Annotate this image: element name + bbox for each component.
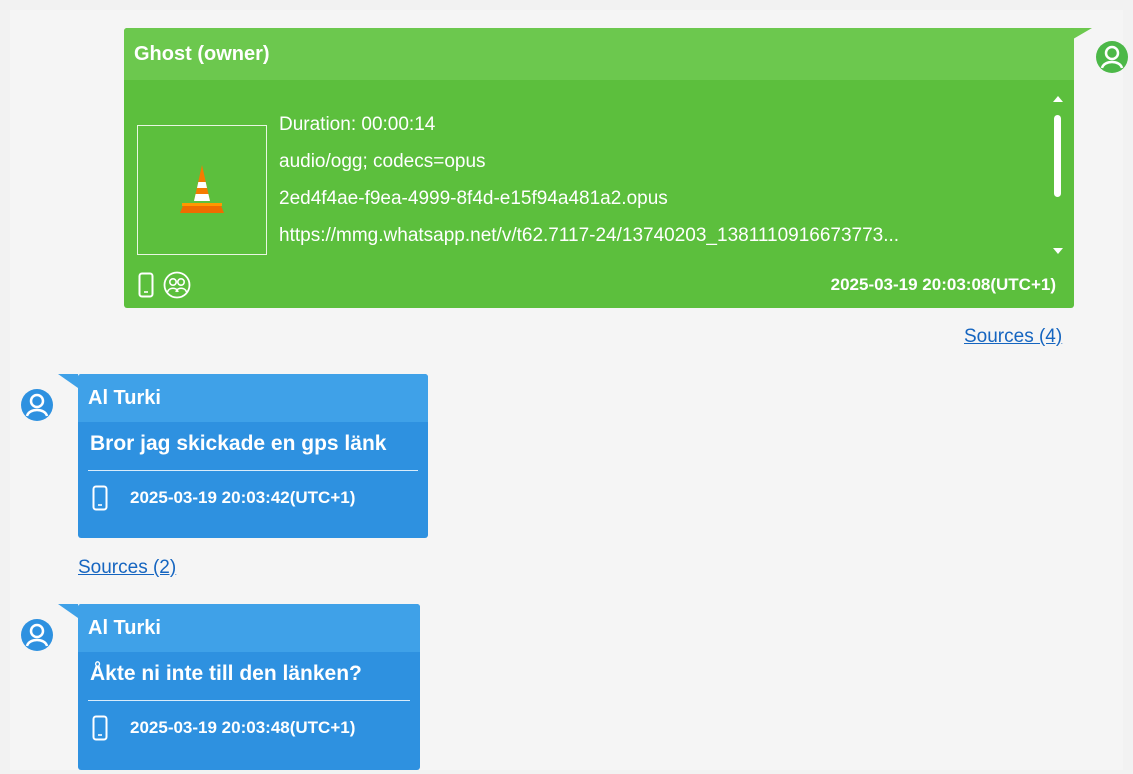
incoming-sender-name: Al Turki xyxy=(78,604,420,652)
incoming-message-footer: 2025-03-19 20:03:42(UTC+1) xyxy=(78,471,428,511)
incoming-sources-link[interactable]: Sources (2) xyxy=(78,557,176,579)
incoming-sender-name: Al Turki xyxy=(78,374,428,422)
attachment-thumbnail[interactable] xyxy=(137,125,267,255)
incoming-message-timestamp: 2025-03-19 20:03:48(UTC+1) xyxy=(130,718,356,737)
scroll-thumb[interactable] xyxy=(1054,115,1061,197)
incoming-message-footer: 2025-03-19 20:03:48(UTC+1) xyxy=(78,701,420,741)
attachment-url[interactable]: https://mmg.whatsapp.net/v/t62.7117-24/1… xyxy=(279,217,1029,254)
phone-icon xyxy=(92,715,108,741)
attachment-filename: 2ed4f4ae-f9ea-4999-8f4d-e15f94a481a2.opu… xyxy=(279,188,668,209)
incoming-message-bubble: Al Turki Bror jag skickade en gps länk 2… xyxy=(78,374,428,538)
phone-icon xyxy=(138,272,154,298)
incoming-message-timestamp: 2025-03-19 20:03:42(UTC+1) xyxy=(130,488,356,507)
attachment-mime-type: audio/ogg; codecs=opus xyxy=(279,151,486,172)
owner-avatar-icon xyxy=(1095,40,1129,74)
incoming-message-bubble: Al Turki Åkte ni inte till den länken? 2… xyxy=(78,604,420,770)
incoming-avatar-icon xyxy=(20,618,54,652)
attachment-metadata: Duration: 00:00:14 audio/ogg; codecs=opu… xyxy=(279,106,1029,254)
incoming-message-text: Åkte ni inte till den länken? xyxy=(90,662,362,685)
owner-sources-link[interactable]: Sources (4) xyxy=(964,326,1062,348)
attachment-scrollbar[interactable] xyxy=(1052,96,1064,254)
owner-message-footer: 2025-03-19 20:03:08(UTC+1) xyxy=(138,270,1056,300)
phone-icon xyxy=(92,485,108,511)
owner-message-bubble: Ghost (owner) Duration: 00:00:14 audio/o… xyxy=(124,28,1074,308)
group-icon xyxy=(163,271,191,299)
scroll-up-arrow-icon[interactable] xyxy=(1053,96,1063,102)
attachment-duration: Duration: 00:00:14 xyxy=(279,114,436,135)
scroll-down-arrow-icon[interactable] xyxy=(1053,248,1063,254)
incoming-bubble-tail xyxy=(58,374,78,388)
vlc-cone-icon xyxy=(180,165,224,213)
incoming-avatar-icon xyxy=(20,388,54,422)
incoming-bubble-tail xyxy=(58,604,78,618)
owner-sender-name: Ghost (owner) xyxy=(124,28,1074,80)
incoming-message-text: Bror jag skickade en gps länk xyxy=(90,432,387,455)
owner-message-timestamp: 2025-03-19 20:03:08(UTC+1) xyxy=(830,275,1056,294)
